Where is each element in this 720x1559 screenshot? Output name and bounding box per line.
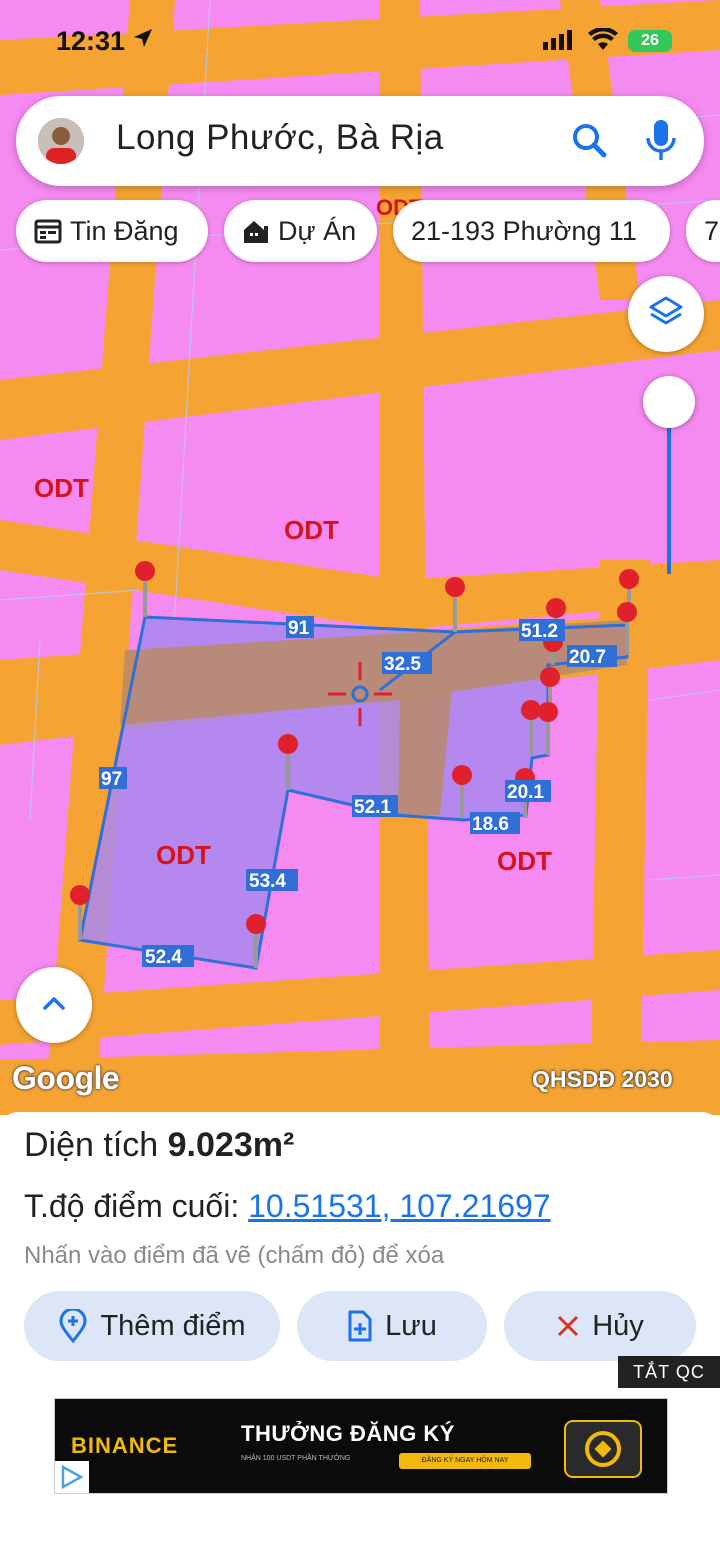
ad-subtext: NHẬN 100 USDT PHẦN THƯỞNG [241, 1455, 351, 1462]
save-file-icon [347, 1310, 373, 1342]
mic-icon[interactable] [644, 118, 678, 167]
status-time: 12:31 [56, 26, 126, 56]
edge-length-label: 52.1 [354, 797, 391, 818]
coord-row: T.độ điểm cuối: 10.51531, 107.21697 [24, 1188, 551, 1225]
battery-indicator: 26 [628, 30, 672, 52]
edge-length-label: 20.1 [507, 782, 544, 803]
ad-graphic [564, 1420, 642, 1478]
building-icon [242, 218, 270, 244]
add-point-label: Thêm điểm [100, 1309, 246, 1342]
layers-icon [648, 294, 684, 335]
area-value: 9.023m² [167, 1126, 295, 1164]
save-button[interactable]: Lưu [297, 1291, 487, 1361]
close-icon [556, 1314, 580, 1338]
area-row: Diện tích 9.023m² [24, 1126, 294, 1165]
calendar-icon [34, 218, 62, 244]
chip-more[interactable]: 7 [686, 200, 720, 262]
cancel-label: Hủy [592, 1309, 644, 1342]
chip-tin-dang[interactable]: Tin Đăng [16, 200, 208, 262]
chip-label: Dự Án [278, 215, 357, 246]
coord-label: T.độ điểm cuối: [24, 1188, 240, 1224]
layer-name-label: QHSDĐ 2030 [532, 1066, 673, 1092]
chip-label: 21-193 Phường 11 [411, 215, 637, 246]
zone-label: ODT [156, 840, 211, 870]
add-location-icon [58, 1309, 88, 1343]
filter-chips: Tin Đăng Dự Án 21-193 Phường 11 7 [0, 200, 720, 264]
zone-label: ODT [34, 473, 89, 503]
ad-headline: THƯỞNG ĐĂNG KÝ [241, 1421, 455, 1446]
edge-length-label: 51.2 [521, 621, 558, 642]
edge-length-label: 91 [288, 618, 310, 639]
ad-choices-icon[interactable] [55, 1461, 89, 1493]
zone-label: ODT [497, 846, 552, 876]
search-query[interactable]: Long Phước, Bà Rịa [116, 118, 444, 158]
chevron-up-icon [42, 995, 66, 1016]
avatar[interactable] [38, 118, 84, 164]
ad-brand: BINANCE [71, 1433, 179, 1458]
chip-location[interactable]: 21-193 Phường 11 [393, 200, 670, 262]
edge-length-label: 52.4 [145, 947, 182, 968]
edge-length-label: 32.5 [384, 654, 421, 675]
edge-length-label: 97 [101, 769, 122, 790]
hint-text: Nhấn vào điểm đã vẽ (chấm đỏ) để xóa [24, 1242, 445, 1269]
ad-cta[interactable]: ĐĂNG KÝ NGAY HÔM NAY [399, 1453, 531, 1469]
edge-length-label: 18.6 [472, 814, 509, 835]
search-icon[interactable] [570, 121, 610, 166]
edge-length-label: 53.4 [249, 871, 286, 892]
chip-du-an[interactable]: Dự Án [224, 200, 377, 262]
save-label: Lưu [385, 1309, 437, 1342]
location-arrow-icon [131, 26, 155, 55]
expand-up-button[interactable] [16, 967, 92, 1043]
layers-button[interactable] [628, 276, 704, 352]
opacity-slider-handle[interactable] [643, 376, 695, 428]
coord-link[interactable]: 10.51531, 107.21697 [248, 1188, 551, 1224]
edge-length-label: 20.7 [569, 647, 606, 668]
zone-label: ODT [284, 515, 339, 545]
ad-banner[interactable]: BINANCE THƯỞNG ĐĂNG KÝ NHẬN 100 USDT PHẦ… [54, 1398, 668, 1494]
google-watermark: Google [12, 1060, 120, 1096]
search-bar[interactable]: Long Phước, Bà Rịa [16, 96, 704, 186]
cellular-signal-icon [543, 30, 577, 55]
hide-ad-button[interactable]: TẮT QC [618, 1356, 720, 1388]
wifi-icon [588, 27, 618, 55]
add-point-button[interactable]: Thêm điểm [24, 1291, 280, 1361]
chip-label: Tin Đăng [70, 215, 179, 246]
chip-label: 7 [704, 215, 720, 246]
area-label: Diện tích [24, 1126, 159, 1164]
status-bar: 12:31 26 [0, 0, 720, 80]
cancel-button[interactable]: Hủy [504, 1291, 696, 1361]
